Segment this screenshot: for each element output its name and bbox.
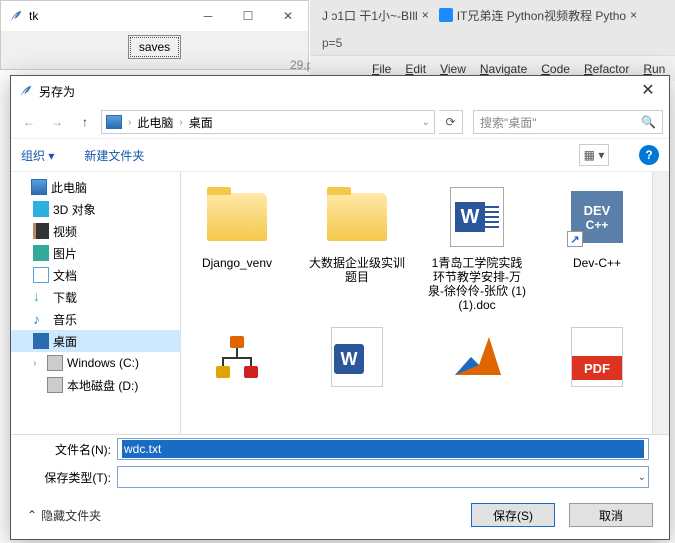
tree-desktop[interactable]: 桌面 bbox=[11, 330, 180, 352]
toolbar: 组织 ▾ 新建文件夹 ▦ ▾ ? bbox=[11, 138, 669, 172]
file-item[interactable]: 大数据企业级实训题目 bbox=[307, 182, 407, 312]
browser-tab[interactable]: J ɔ1口 干1小~-BIll × bbox=[322, 7, 429, 24]
tree-this-pc[interactable]: 此电脑 bbox=[11, 176, 180, 198]
file-item[interactable]: W 1青岛工学院实践环节教学安排-万泉-徐伶伶-张欣 (1) (1).doc bbox=[427, 182, 527, 312]
tk-title: tk bbox=[29, 9, 38, 23]
word-icon: W bbox=[331, 327, 383, 387]
file-pane: Django_venv 大数据企业级实训题目 W 1青岛工学院实践环节教学安排-… bbox=[181, 172, 669, 434]
feather-icon bbox=[19, 84, 33, 98]
file-item[interactable]: DEVC++↗ Dev-C++ bbox=[547, 182, 647, 312]
search-input[interactable]: 搜索"桌面" 🔍 bbox=[473, 110, 663, 134]
tree-music[interactable]: ♪音乐 bbox=[11, 308, 180, 330]
file-item[interactable] bbox=[427, 322, 527, 392]
pc-icon bbox=[106, 115, 122, 129]
view-button[interactable]: ▦ ▾ bbox=[579, 144, 609, 166]
organize-menu[interactable]: 组织 ▾ bbox=[21, 147, 54, 164]
close-button[interactable]: ✕ bbox=[268, 1, 308, 31]
folder-icon bbox=[327, 193, 387, 241]
folder-icon bbox=[207, 193, 267, 241]
up-button[interactable]: ↑ bbox=[73, 110, 97, 134]
menu-code[interactable]: Code bbox=[541, 62, 570, 76]
search-placeholder: 搜索"桌面" bbox=[480, 114, 537, 131]
filename-label: 文件名(N): bbox=[31, 441, 111, 458]
menu-edit[interactable]: Edit bbox=[405, 62, 426, 76]
crumb-root[interactable]: 此电脑 bbox=[137, 114, 173, 131]
tree-drive-d[interactable]: 本地磁盘 (D:) bbox=[11, 374, 180, 396]
tree-3d[interactable]: 3D 对象 bbox=[11, 198, 180, 220]
file-item[interactable]: PDF bbox=[547, 322, 647, 392]
new-folder-button[interactable]: 新建文件夹 bbox=[84, 147, 144, 164]
search-icon: 🔍 bbox=[641, 115, 656, 129]
dialog-title: 另存为 bbox=[39, 83, 75, 100]
forward-button: → bbox=[45, 110, 69, 134]
breadcrumb[interactable]: › 此电脑 › 桌面 ⌄ bbox=[101, 110, 435, 134]
back-button[interactable]: ← bbox=[17, 110, 41, 134]
tree-drive-c[interactable]: ›Windows (C:) bbox=[11, 352, 180, 374]
menu-file[interactable]: File bbox=[372, 62, 391, 76]
minimize-button[interactable]: ─ bbox=[188, 1, 228, 31]
menu-view[interactable]: View bbox=[440, 62, 466, 76]
menu-navigate[interactable]: Navigate bbox=[480, 62, 527, 76]
file-item[interactable] bbox=[187, 322, 287, 392]
help-button[interactable]: ? bbox=[639, 145, 659, 165]
cancel-button[interactable]: 取消 bbox=[569, 503, 653, 527]
browser-tab[interactable]: IT兄弟连 Python视频教程 Pytho × bbox=[439, 7, 637, 24]
matlab-icon bbox=[442, 322, 512, 392]
nav-bar: ← → ↑ › 此电脑 › 桌面 ⌄ ⟳ 搜索"桌面" 🔍 bbox=[11, 106, 669, 138]
feather-icon bbox=[9, 9, 23, 23]
chevron-down-icon[interactable]: ⌄ bbox=[422, 117, 430, 128]
hide-folders-toggle[interactable]: ⌃隐藏文件夹 bbox=[27, 507, 101, 524]
save-button[interactable]: 保存(S) bbox=[471, 503, 555, 527]
word-icon: W bbox=[450, 187, 504, 247]
devcpp-icon: DEVC++↗ bbox=[571, 191, 623, 243]
chevron-down-icon[interactable]: ⌄ bbox=[638, 472, 646, 483]
saves-button[interactable]: saves bbox=[128, 35, 181, 59]
crumb-leaf[interactable]: 桌面 bbox=[189, 114, 213, 131]
close-button[interactable]: ✕ bbox=[633, 80, 663, 100]
tree-downloads[interactable]: ↓下载 bbox=[11, 286, 180, 308]
url-fragment: p=5 bbox=[310, 30, 675, 56]
tree-documents[interactable]: 文档 bbox=[11, 264, 180, 286]
menu-run[interactable]: Run bbox=[643, 62, 665, 76]
tree-pictures[interactable]: 图片 bbox=[11, 242, 180, 264]
file-item[interactable]: Django_venv bbox=[187, 182, 287, 312]
filetype-select[interactable]: ⌄ bbox=[117, 466, 649, 488]
pdf-icon: PDF bbox=[571, 327, 623, 387]
file-item[interactable]: W bbox=[307, 322, 407, 392]
chart-icon bbox=[202, 322, 272, 392]
tree-video[interactable]: 视频 bbox=[11, 220, 180, 242]
filetype-label: 保存类型(T): bbox=[31, 469, 111, 486]
chevron-down-icon[interactable]: ⌄ bbox=[638, 444, 646, 455]
maximize-button[interactable]: ☐ bbox=[228, 1, 268, 31]
tree-view: 此电脑 3D 对象 视频 图片 文档 ↓下载 ♪音乐 桌面 ›Windows (… bbox=[11, 172, 181, 434]
save-as-dialog: 另存为 ✕ ← → ↑ › 此电脑 › 桌面 ⌄ ⟳ 搜索"桌面" 🔍 组织 ▾… bbox=[10, 75, 670, 540]
tk-window: tk ─ ☐ ✕ saves bbox=[0, 0, 309, 70]
refresh-button[interactable]: ⟳ bbox=[439, 110, 463, 134]
menu-refactor[interactable]: Refactor bbox=[584, 62, 629, 76]
filename-input[interactable]: ⌄ bbox=[117, 438, 649, 460]
